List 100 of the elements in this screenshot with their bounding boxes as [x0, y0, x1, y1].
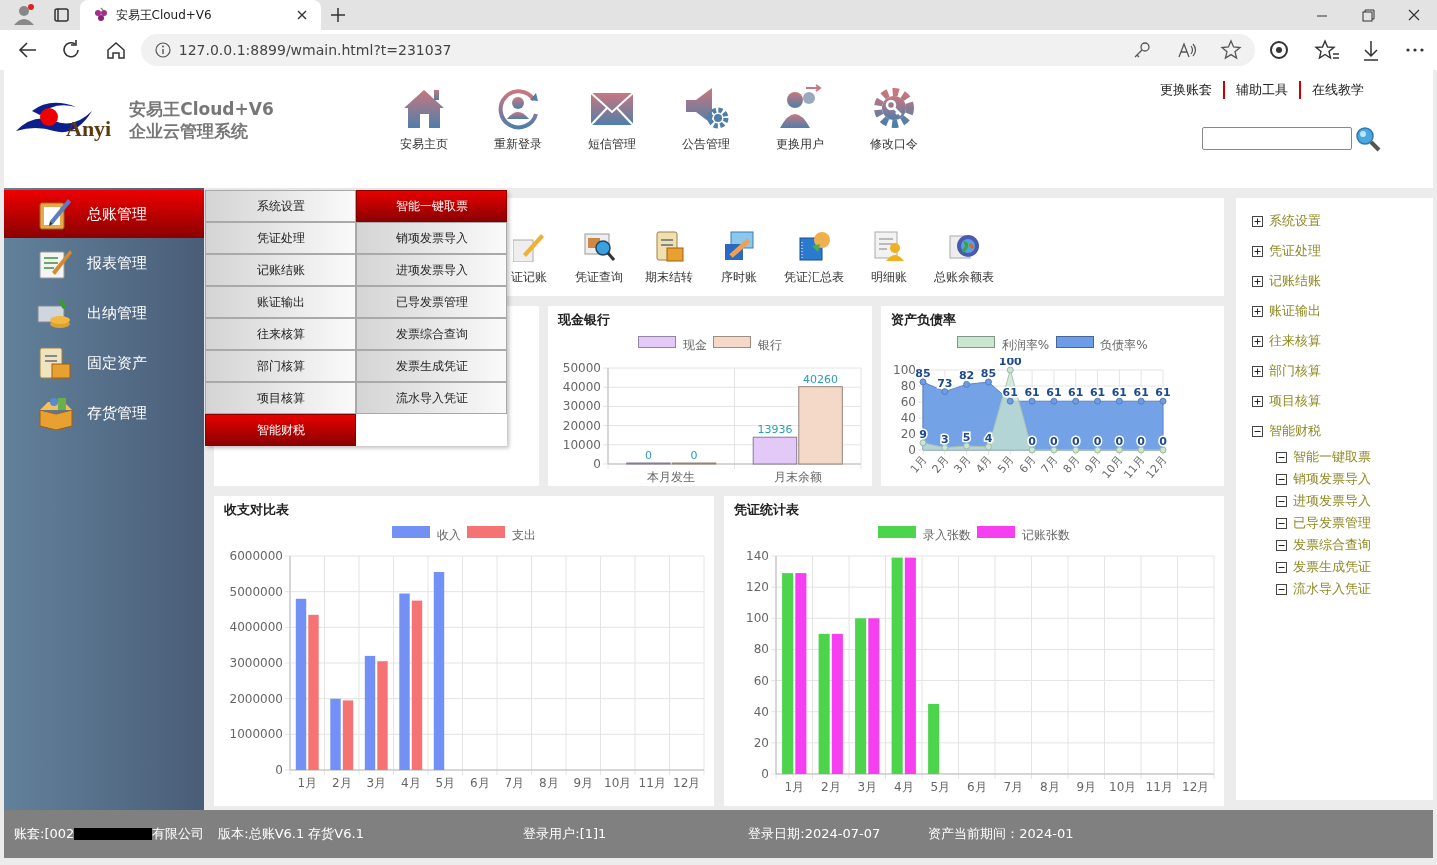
tree-item[interactable]: 项目核算 — [1269, 391, 1322, 411]
nav-button[interactable]: 更换用户 — [753, 84, 847, 154]
tree-item[interactable]: 进项发票导入 — [1293, 491, 1372, 511]
axis-label: 7月 — [1038, 453, 1061, 476]
toolbar-button[interactable]: 序时账 — [713, 229, 764, 286]
menu-item[interactable]: 项目核算 — [205, 382, 356, 414]
axis-label: 40 — [753, 704, 769, 719]
data-label: 61 — [1133, 385, 1149, 399]
logo-text: Anyi — [66, 115, 112, 143]
top-link[interactable]: 在线教学 — [1301, 80, 1375, 100]
nav-button[interactable]: 修改口令 — [847, 84, 941, 154]
browser-tab[interactable]: 安易王Cloud+V6 — [80, 0, 321, 30]
toolbar-button[interactable]: 总账余额表 — [933, 229, 994, 286]
axis-label: 10月 — [1109, 779, 1137, 794]
legend-label: 负债率% — [1100, 336, 1148, 354]
tree-item[interactable]: 流水导入凭证 — [1293, 579, 1372, 599]
toolbar-button[interactable]: 凭证汇总表 — [783, 229, 844, 286]
axis-label: 11月 — [638, 775, 666, 790]
data-label: 73 — [937, 376, 953, 390]
nav-button[interactable]: 重新登录 — [471, 84, 565, 154]
menu-item[interactable]: 智能财税 — [205, 414, 356, 446]
sidebar-item[interactable]: 出纳管理 — [4, 288, 204, 338]
menu-item[interactable]: 账证输出 — [205, 286, 356, 318]
menu-item[interactable]: 智能一键取票 — [356, 190, 507, 222]
toolbar-button[interactable]: 凭证查询 — [573, 229, 624, 286]
axis-label: 3月 — [951, 453, 973, 476]
axis-label: 20 — [753, 735, 769, 750]
menu-item[interactable]: 记账结账 — [205, 254, 356, 286]
axis-label: 0 — [593, 456, 601, 471]
data-label: 61 — [1024, 385, 1040, 399]
menu-item[interactable]: 发票综合查询 — [356, 318, 507, 350]
axis-label: 2月 — [929, 453, 952, 476]
axis-label: 12月 — [1143, 453, 1170, 481]
data-label: 13936 — [757, 422, 793, 436]
tree-item[interactable]: 凭证处理 — [1269, 241, 1322, 261]
axis-label: 3月 — [857, 779, 877, 794]
axis-label: 5月 — [435, 775, 455, 790]
app-subtitle: 企业云管理系统 — [129, 119, 250, 142]
axis-label: 140 — [746, 548, 769, 563]
axis-label: 120 — [746, 579, 769, 594]
tree-item[interactable]: 发票综合查询 — [1293, 535, 1372, 555]
nav-button[interactable]: 安易主页 — [377, 84, 471, 154]
tree-item[interactable]: 发票生成凭证 — [1293, 557, 1372, 577]
tree-item[interactable]: 往来核算 — [1269, 331, 1322, 351]
data-label: 85 — [980, 366, 997, 380]
legend-label: 录入张数 — [922, 526, 971, 544]
menu-item[interactable]: 系统设置 — [205, 190, 356, 222]
data-label: 0 — [644, 448, 652, 462]
data-label: 85 — [915, 366, 931, 380]
toolbar-button[interactable]: 明细账 — [863, 229, 914, 286]
tree-item[interactable]: 系统设置 — [1269, 211, 1322, 231]
tree-item[interactable]: 销项发票导入 — [1293, 469, 1372, 489]
axis-label: 7月 — [1003, 779, 1023, 794]
tree-item[interactable]: 部门核算 — [1269, 361, 1322, 381]
menu-item[interactable]: 进项发票导入 — [356, 254, 507, 286]
menu-item[interactable]: 往来核算 — [205, 318, 356, 350]
axis-label: 11月 — [1145, 779, 1173, 794]
nav-button[interactable]: 短信管理 — [565, 84, 659, 154]
menu-item[interactable]: 发票生成凭证 — [356, 350, 507, 382]
tree-item[interactable]: 智能一键取票 — [1293, 447, 1372, 467]
axis-label: 0 — [275, 762, 283, 777]
legend-label: 现金 — [682, 336, 707, 354]
tree-item[interactable]: 账证输出 — [1269, 301, 1322, 321]
menu-item[interactable]: 销项发票导入 — [356, 222, 507, 254]
top-link[interactable]: 更换账套 — [1149, 80, 1223, 100]
axis-label: 80 — [753, 641, 769, 656]
data-label: 40260 — [802, 372, 838, 386]
axis-label: 4月 — [893, 779, 914, 794]
axis-label: 0 — [761, 766, 769, 781]
legend-label: 银行 — [757, 336, 782, 354]
axis-label: 3月 — [366, 775, 386, 790]
sidebar-item[interactable]: 报表管理 — [4, 238, 204, 288]
toolbar-button[interactable]: 期末结转 — [643, 229, 694, 286]
menu-item[interactable]: 已导发票管理 — [356, 286, 507, 318]
tree-item[interactable]: 智能财税 — [1269, 421, 1322, 441]
axis-label: 12月 — [1182, 779, 1210, 794]
axis-label: 5000000 — [229, 584, 283, 599]
sidebar-item[interactable]: 总账管理 — [4, 190, 204, 238]
axis-label: 1月 — [297, 775, 317, 790]
axis-label: 20000 — [562, 418, 601, 433]
chart-title: 资产负债率 — [890, 311, 957, 329]
top-link[interactable]: 辅助工具 — [1225, 80, 1299, 100]
data-label: 0 — [1028, 434, 1036, 448]
tree-item[interactable]: 已导发票管理 — [1293, 513, 1372, 533]
menu-item[interactable]: 流水导入凭证 — [356, 382, 507, 414]
axis-label: 10000 — [562, 437, 601, 452]
sidebar-item[interactable]: 固定资产 — [4, 338, 204, 388]
legend-label: 支出 — [511, 526, 536, 544]
tree-item[interactable]: 记账结账 — [1269, 271, 1322, 291]
axis-label: 6月 — [1016, 453, 1039, 476]
axis-label: 40 — [900, 410, 916, 425]
sidebar-item[interactable]: 存货管理 — [4, 388, 204, 438]
menu-item[interactable]: 部门核算 — [205, 350, 356, 382]
nav-button[interactable]: 公告管理 — [659, 84, 753, 154]
axis-label: 4月 — [973, 453, 995, 476]
data-label: 61 — [1068, 385, 1084, 399]
address-bar[interactable]: 127.0.0.1:8899/wmain.html?t=231037 — [141, 34, 1255, 66]
status-text: 有限公司 — [152, 825, 205, 844]
menu-item[interactable]: 凭证处理 — [205, 222, 356, 254]
data-label: 3 — [940, 432, 949, 446]
